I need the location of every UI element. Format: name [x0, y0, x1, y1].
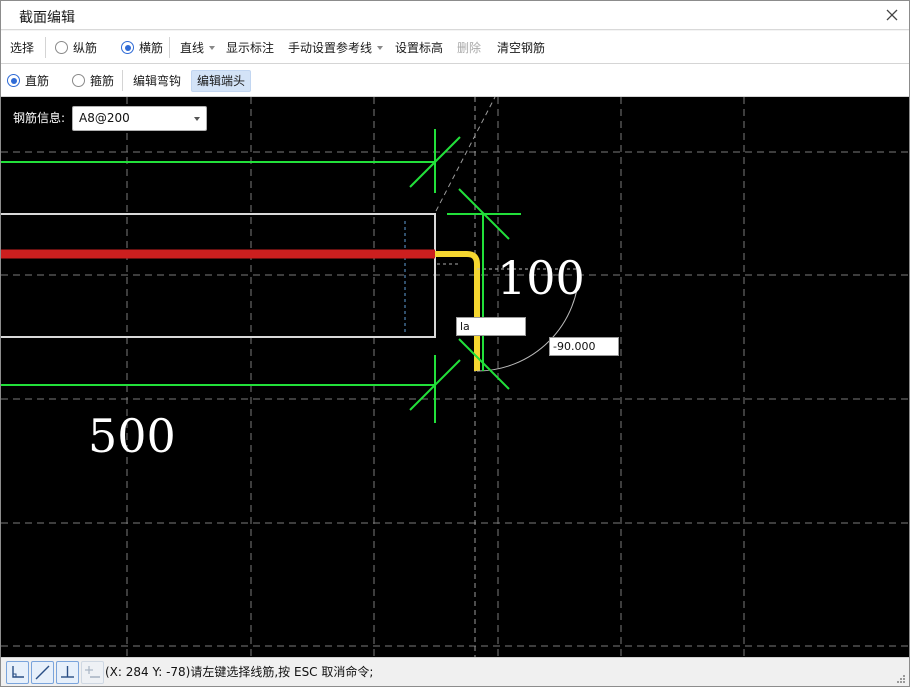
dimension-lines [1, 129, 521, 423]
radio-circle [72, 74, 85, 87]
edit-end-button[interactable]: 编辑端头 [191, 70, 252, 92]
line-dropdown-label: 直线 [180, 41, 205, 55]
manual-reference-dropdown[interactable]: 手动设置参考线 [288, 39, 384, 57]
dimension-text-right: 100 [497, 251, 585, 305]
grid-lines [1, 97, 909, 657]
orthogonal-icon [12, 666, 24, 678]
drawing-canvas[interactable]: 钢筋信息: A8@200 100 500 la -90.000 [1, 97, 909, 657]
offset-plus-icon [85, 666, 100, 678]
line-dropdown[interactable]: 直线 [180, 39, 216, 57]
chevron-down-icon [194, 117, 200, 121]
section-editor-window: 截面编辑 选择 纵筋 横筋 直线 显示标注 手动设置参考线 设置标高 删除 清空… [0, 0, 910, 687]
delete-button[interactable]: 删除 [457, 39, 481, 57]
rebar-info-value: A8@200 [79, 111, 130, 125]
dimension-text-bottom: 500 [88, 409, 176, 463]
angle-snap-button[interactable] [31, 661, 54, 684]
angle-input[interactable]: -90.000 [549, 337, 619, 356]
chevron-down-icon [377, 45, 384, 50]
toolbar-separator [122, 70, 123, 91]
radio-circle-selected [121, 41, 134, 54]
rebar-info-label: 钢筋信息: [13, 111, 66, 125]
status-prompt: (X: 284 Y: -78)请左键选择线筋,按 ESC 取消命令; [105, 665, 374, 679]
set-elevation-button[interactable]: 设置标高 [395, 39, 443, 57]
orthogonal-snap-button[interactable] [6, 661, 29, 684]
show-annotation-button[interactable]: 显示标注 [226, 39, 274, 57]
chevron-down-icon [209, 45, 216, 50]
radio-circle-selected [7, 74, 20, 87]
status-bar: (X: 284 Y: -78)请左键选择线筋,按 ESC 取消命令; [1, 657, 909, 686]
radio-label: 横筋 [139, 41, 164, 55]
toolbar-separator [45, 37, 46, 58]
length-input[interactable]: la [456, 317, 526, 336]
radio-circle [55, 41, 68, 54]
window-title: 截面编辑 [19, 10, 75, 26]
reference-lines [435, 97, 496, 657]
perpendicular-snap-button[interactable] [56, 661, 79, 684]
end-hook-rebar[interactable] [435, 251, 480, 371]
offset-snap-button[interactable] [81, 661, 104, 684]
radio-label: 直筋 [25, 74, 50, 88]
resize-grip-icon[interactable] [896, 674, 906, 684]
title-bar: 截面编辑 [1, 1, 909, 30]
edit-hook-button[interactable]: 编辑弯钩 [133, 72, 181, 90]
rebar-info-select[interactable]: A8@200 [72, 106, 207, 131]
drawing-svg [1, 97, 909, 657]
manual-reference-label: 手动设置参考线 [288, 41, 373, 55]
main-toolbar: 选择 纵筋 横筋 直线 显示标注 手动设置参考线 设置标高 删除 清空钢筋 [1, 31, 909, 64]
radio-label: 纵筋 [73, 41, 98, 55]
radio-label: 箍筋 [90, 74, 115, 88]
perpendicular-icon [61, 666, 74, 678]
sub-toolbar: 直筋 箍筋 编辑弯钩 编辑端头 [1, 64, 909, 97]
select-button[interactable]: 选择 [10, 39, 34, 57]
close-button[interactable] [883, 6, 901, 24]
clear-rebar-button[interactable]: 清空钢筋 [497, 39, 545, 57]
close-icon [886, 9, 898, 21]
diagonal-line-icon [35, 665, 50, 680]
toolbar-separator [169, 37, 170, 58]
